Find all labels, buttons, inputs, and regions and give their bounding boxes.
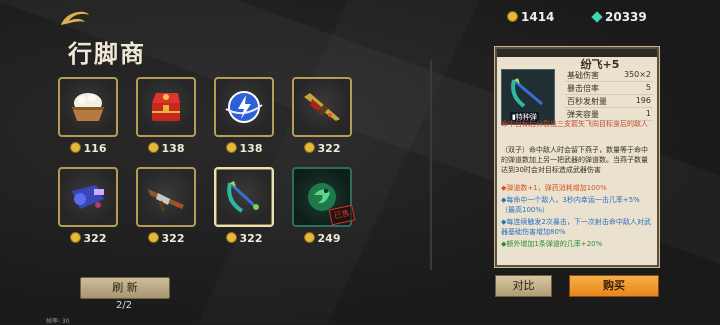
coin-icon	[147, 232, 159, 243]
lightning-orb-icon	[225, 91, 263, 123]
shop-item-green-crossbow[interactable]	[214, 167, 274, 227]
page-title: 行脚商	[68, 39, 146, 68]
blue-cannon-icon	[72, 185, 104, 209]
divider	[430, 60, 432, 270]
shop-item-green-dragon-orb[interactable]: 已售	[292, 167, 356, 227]
coin-icon	[507, 11, 518, 22]
special-effect-text: 命中目标后分裂出三支箭矢飞向目标身后的敌人	[501, 120, 648, 128]
bonus-effect: ◆弹道数+1，弹药消耗增加100%	[501, 184, 607, 192]
stat-row: 百秒发射量 196	[565, 96, 653, 108]
brown-shotgun-icon	[148, 189, 184, 212]
shop-item-golden-rifle[interactable]	[292, 77, 352, 137]
stats-table: 基础伤害 350×2 暴击倍率 5 百秒发射量 196 弹夹容量 1	[565, 69, 653, 121]
refresh-count: 2/2	[115, 300, 133, 311]
coin-icon	[303, 142, 315, 153]
sold-stamp: 已售	[328, 204, 356, 226]
buy-button[interactable]: 购买	[569, 275, 659, 297]
coin-icon	[69, 232, 81, 243]
coin-icon	[303, 232, 315, 243]
price-green-crossbow: 322	[209, 232, 279, 246]
price-green-dragon-orb: 249	[287, 232, 357, 246]
price-treasure-chest: 138	[131, 142, 201, 156]
shop-item-brown-shotgun[interactable]	[136, 167, 196, 227]
weapon-preview: ▮特种弹	[501, 69, 555, 125]
price-golden-rifle: 322	[287, 142, 357, 156]
stat-row: 暴击倍率 5	[565, 83, 653, 95]
shop-item-blue-cannon[interactable]	[58, 167, 118, 227]
rice-bowl-icon	[72, 93, 104, 121]
coin-icon	[225, 232, 237, 243]
price-lightning-orb: 138	[209, 142, 279, 156]
green-crossbow-icon	[511, 78, 543, 108]
green-crossbow-icon	[227, 181, 260, 213]
bonus-effect: ◆每命中一个敌人，3秒内幸运一击几率+5%（最高100%）	[501, 196, 640, 214]
golden-rifle-icon	[304, 93, 340, 121]
refresh-button[interactable]: 刷 新	[80, 277, 170, 299]
item-description: （双子）命中敌人时会留下燕子，数量等于命中的弹道数加上另一把武器的弹道数。当燕子…	[501, 146, 648, 174]
shop-item-blue-lightning-orb[interactable]	[214, 77, 274, 137]
shop-item-rice-bowl[interactable]	[58, 77, 118, 137]
treasure-chest-icon	[152, 93, 180, 121]
price-brown-shotgun: 322	[131, 232, 201, 246]
price-rice-bowl: 116	[53, 142, 123, 156]
gem-icon	[591, 11, 603, 23]
coin-icon	[147, 142, 159, 153]
stat-row: 基础伤害 350×2	[565, 70, 653, 82]
bonus-effect: ◆每连续触发2次暴击，下一次射击命中敌人对武器基础伤害增加80%	[501, 218, 651, 236]
gem-balance: 20339	[591, 10, 647, 24]
swirl-logo-icon	[61, 11, 89, 25]
coin-icon	[69, 142, 81, 153]
price-blue-cannon: 322	[53, 232, 123, 246]
shop-item-red-treasure-chest[interactable]	[136, 77, 196, 137]
item-detail-panel: 纷飞+5 ▮特种弹 基础伤害 350×2 暴击倍率 5 百秒发射量 196 弹夹容量 1…	[494, 46, 660, 268]
coin-balance: 1414	[507, 10, 554, 24]
coin-icon	[225, 142, 237, 153]
bonus-effect: ◆额外增加1条弹道的几率+20%	[501, 240, 603, 248]
compare-button[interactable]: 对比	[495, 275, 552, 297]
